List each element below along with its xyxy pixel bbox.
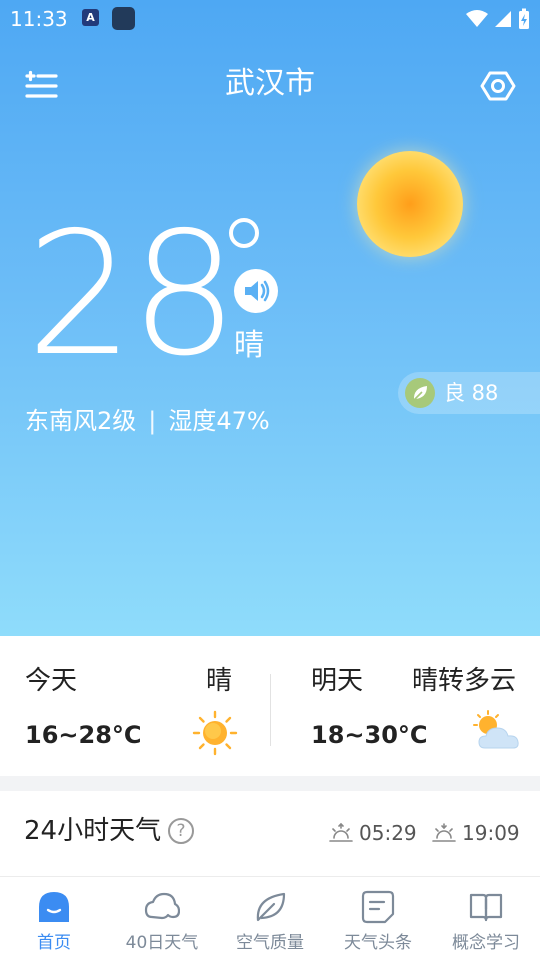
current-condition: 晴 bbox=[234, 328, 264, 363]
nav-home[interactable]: 首页 bbox=[0, 877, 108, 960]
today-condition: 晴 bbox=[205, 666, 232, 696]
book-icon bbox=[469, 893, 503, 922]
sunny-icon bbox=[192, 710, 238, 756]
nav-40-day[interactable]: 40日天气 bbox=[108, 877, 216, 960]
nav-40-day-label: 40日天气 bbox=[125, 933, 199, 953]
bottom-navigation: 首页 40日天气 空气质量 天气头条 概念学习 bbox=[0, 876, 540, 960]
voice-broadcast-button[interactable] bbox=[234, 269, 278, 313]
leaf-icon bbox=[405, 378, 435, 408]
status-bar: 11:33 A bbox=[0, 0, 540, 38]
current-temperature: 28 bbox=[26, 196, 238, 394]
wind-text: 东南风2级 bbox=[25, 407, 137, 435]
nav-learning-label: 概念学习 bbox=[452, 933, 520, 953]
current-weather-panel: 11:33 A 武汉市 28 晴 良 88 东南风2级 | 湿度47% bbox=[0, 0, 540, 636]
settings-icon bbox=[480, 71, 516, 101]
home-icon bbox=[39, 892, 69, 922]
sunrise-icon bbox=[329, 822, 353, 842]
separator: | bbox=[148, 407, 157, 435]
signal-icon bbox=[495, 11, 511, 27]
tomorrow-condition: 晴转多云 bbox=[411, 666, 516, 696]
help-icon[interactable]: ? bbox=[168, 818, 194, 844]
sunrise-time: 05:29 bbox=[329, 821, 417, 845]
top-bar: 武汉市 bbox=[0, 58, 540, 114]
settings-button[interactable] bbox=[478, 66, 518, 106]
sunrise-text: 05:29 bbox=[359, 821, 417, 845]
tomorrow-label: 明天 bbox=[311, 666, 364, 696]
news-icon bbox=[361, 890, 395, 924]
status-time: 11:33 bbox=[10, 7, 68, 31]
air-quality-badge[interactable]: 良 88 bbox=[398, 372, 540, 414]
sunset-text: 19:09 bbox=[462, 821, 520, 845]
city-title[interactable]: 武汉市 bbox=[0, 64, 540, 104]
partly-cloudy-icon bbox=[473, 710, 523, 756]
today-temp-range: 16~28°C bbox=[25, 721, 142, 749]
air-quality-text: 良 88 bbox=[444, 381, 499, 405]
nav-home-label: 首页 bbox=[37, 933, 71, 953]
battery-icon bbox=[519, 8, 529, 29]
tomorrow-temp-range: 18~30°C bbox=[311, 721, 428, 749]
wind-humidity-line: 东南风2级 | 湿度47% bbox=[25, 405, 270, 437]
speaker-icon bbox=[245, 280, 270, 302]
hourly-forecast-card: 24小时天气 ? 05:29 19:09 bbox=[0, 791, 540, 881]
leaf-icon bbox=[256, 892, 286, 922]
nav-air-quality[interactable]: 空气质量 bbox=[216, 877, 324, 960]
app-notification-icon: A bbox=[82, 9, 99, 26]
sunset-icon bbox=[432, 823, 456, 842]
nav-learning[interactable]: 概念学习 bbox=[432, 877, 540, 960]
status-indicators bbox=[466, 7, 530, 31]
sunset-time: 19:09 bbox=[432, 821, 520, 845]
sun-illustration bbox=[357, 151, 463, 257]
cloud-icon bbox=[144, 892, 180, 920]
weather-app: 11:33 A 武汉市 28 晴 良 88 东南风2级 | 湿度47% 今天 晴… bbox=[0, 0, 540, 960]
degree-symbol bbox=[229, 218, 259, 248]
hourly-title: 24小时天气 bbox=[24, 816, 162, 846]
nav-headlines-label: 天气头条 bbox=[344, 933, 412, 953]
nav-air-quality-label: 空气质量 bbox=[236, 933, 304, 953]
two-day-forecast-card[interactable]: 今天 晴 16~28°C 明天 晴转多云 18~30°C bbox=[0, 636, 540, 776]
humidity-text: 湿度47% bbox=[168, 407, 270, 435]
today-forecast[interactable]: 今天 晴 16~28°C bbox=[0, 636, 270, 776]
nav-headlines[interactable]: 天气头条 bbox=[324, 877, 432, 960]
app-notification-icon-2 bbox=[112, 7, 135, 30]
wifi-icon bbox=[466, 10, 488, 27]
today-label: 今天 bbox=[25, 666, 78, 696]
tomorrow-forecast[interactable]: 明天 晴转多云 18~30°C bbox=[271, 636, 540, 776]
